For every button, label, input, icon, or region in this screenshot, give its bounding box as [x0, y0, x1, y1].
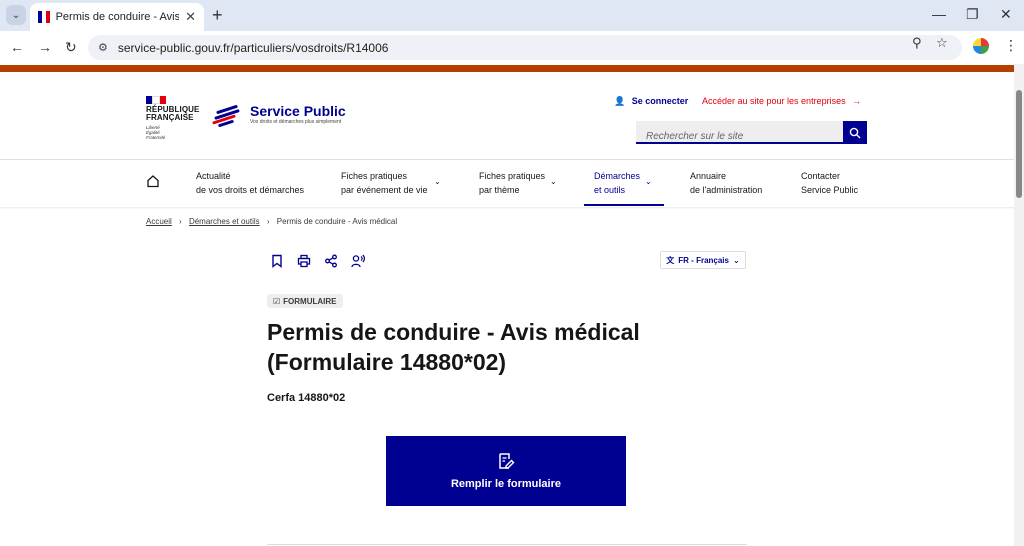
language-label: FR - Français [678, 255, 729, 265]
url-text: service-public.gouv.fr/particuliers/vosd… [117, 40, 389, 55]
bookmark-icon[interactable] [270, 254, 284, 268]
forward-arrow-icon[interactable]: → [38, 39, 52, 55]
print-icon[interactable] [297, 254, 311, 268]
text-to-speech-icon[interactable] [351, 254, 365, 268]
share-icon[interactable] [324, 254, 338, 268]
fill-form-label: Remplir le formulaire [450, 478, 562, 490]
fill-form-button[interactable]: Remplir le formulaire [386, 436, 626, 506]
page-title-line1: Permis de conduire - Avis médical [267, 319, 640, 345]
breadcrumb-demarches[interactable]: Démarches et outils [189, 217, 260, 226]
bookmark-star-icon[interactable]: ☆ [936, 35, 948, 51]
browser-menu-icon[interactable]: ⋮ [1004, 37, 1018, 54]
marianne-logo[interactable]: RÉPUBLIQUE FRANÇAISE Liberté Égalité Fra… [146, 96, 199, 140]
tab-search-chevron-icon[interactable]: ⌄ [6, 5, 26, 25]
site-title[interactable]: Service Public [250, 103, 346, 119]
content-divider [267, 544, 747, 545]
language-selector[interactable]: 文 FR - Français ⌄ [660, 251, 746, 269]
nav-item-line1: Annuaire [690, 171, 727, 181]
francaise-text: FRANÇAISE [146, 113, 194, 122]
badge-label: FORMULAIRE [283, 296, 337, 306]
nav-item-line2: par événement de vie [341, 185, 428, 195]
nav-item-line1: Contacter [801, 171, 841, 181]
zoom-icon[interactable]: ⚲ [912, 35, 922, 51]
page-title: Permis de conduire - Avis médical (Formu… [267, 317, 727, 377]
search-button[interactable] [843, 121, 867, 144]
nav-item-evenement-de-vie[interactable]: Fiches pratiques par événement de vie [341, 169, 428, 197]
devise-fraternite: Fraternité [146, 135, 166, 140]
page-title-line2: (Formulaire 14880*02) [267, 349, 507, 375]
chevron-down-icon: ⌄ [732, 255, 740, 265]
nav-item-line2: et outils [594, 185, 626, 195]
main-nav: Actualité de vos droits et démarches Fic… [0, 160, 1014, 207]
form-icon: ☑ [273, 296, 281, 306]
form-badge: ☑ FORMULAIRE [267, 294, 343, 308]
nav-item-line2: Service Public [801, 185, 859, 195]
nav-item-line1: Démarches [594, 171, 641, 181]
breadcrumb-chevron-icon: › [266, 217, 270, 226]
nav-item-demarches-et-outils[interactable]: Démarches et outils [594, 169, 640, 197]
nav-item-contacter[interactable]: Contacter Service Public [801, 169, 858, 197]
service-public-logo-icon[interactable] [212, 104, 244, 128]
search-input[interactable]: Rechercher sur le site [636, 121, 843, 144]
home-icon[interactable] [146, 174, 160, 188]
favicon-icon [38, 11, 50, 23]
nav-item-annuaire[interactable]: Annuaire de l'administration [690, 169, 762, 197]
chevron-down-icon[interactable]: ⌄ [434, 177, 441, 186]
window-close-icon[interactable]: ✕ [1000, 6, 1012, 23]
chevron-down-icon[interactable]: ⌄ [550, 177, 557, 186]
breadcrumb-current: Permis de conduire - Avis médical [276, 217, 398, 226]
tab-title: Permis de conduire - Avis médical [55, 11, 180, 23]
pro-link-label: Accéder au site pour les entreprises [702, 96, 846, 106]
nav-item-actualite[interactable]: Actualité de vos droits et démarches [196, 169, 304, 197]
active-nav-indicator [584, 204, 664, 206]
back-arrow-icon[interactable]: ← [10, 39, 24, 55]
site-tagline: Vos droits et démarches plus simplement [250, 119, 342, 125]
browser-tab-bar: ⌄ Permis de conduire - Avis médical ✕ + … [0, 0, 1024, 31]
search-icon [849, 127, 861, 138]
chevron-down-icon[interactable]: ⌄ [645, 177, 652, 186]
cerfa-number: Cerfa 14880*02 [267, 392, 346, 404]
minimize-icon[interactable]: — [932, 6, 946, 22]
reload-icon[interactable]: ↻ [65, 39, 77, 56]
nav-item-line2: par thème [479, 185, 520, 195]
breadcrumb: Accueil › Démarches et outils › Permis d… [146, 217, 397, 226]
nav-item-par-theme[interactable]: Fiches pratiques par thème [479, 169, 545, 197]
nav-shadow [0, 207, 1014, 209]
nav-item-line1: Actualité [196, 171, 231, 181]
breadcrumb-chevron-icon: › [179, 217, 182, 226]
browser-toolbar: ← → ↻ ⚙ service-public.gouv.fr/particuli… [0, 31, 1024, 64]
browser-tab[interactable]: Permis de conduire - Avis médical ✕ [30, 3, 204, 31]
user-icon: 👤 [614, 96, 626, 106]
search-placeholder: Rechercher sur le site [646, 131, 744, 142]
site-settings-icon[interactable]: ⚙ [98, 41, 108, 54]
nav-item-line1: Fiches pratiques [341, 171, 408, 181]
scrollbar-thumb[interactable] [1016, 90, 1022, 198]
nav-item-line1: Fiches pratiques [479, 171, 546, 181]
new-tab-plus-icon[interactable]: + [212, 5, 223, 25]
nav-item-line2: de vos droits et démarches [196, 185, 305, 195]
nav-item-line2: de l'administration [690, 185, 763, 195]
edit-form-icon [499, 453, 515, 469]
tab-close-icon[interactable]: ✕ [185, 9, 196, 25]
address-bar[interactable]: ⚙ service-public.gouv.fr/particuliers/vo… [88, 35, 962, 60]
translate-icon: 文 [666, 255, 675, 265]
page-tools [270, 254, 365, 268]
restore-icon[interactable]: ❐ [966, 6, 979, 23]
extension-icon[interactable] [973, 38, 989, 54]
pro-site-link[interactable]: Accéder au site pour les entreprises → [702, 96, 861, 106]
arrow-right-icon: → [852, 96, 862, 106]
connect-label: Se connecter [631, 96, 689, 106]
breadcrumb-accueil[interactable]: Accueil [146, 217, 172, 226]
flag-icon [146, 96, 166, 104]
connect-link[interactable]: 👤 Se connecter [614, 96, 688, 107]
accent-bar [0, 65, 1014, 72]
